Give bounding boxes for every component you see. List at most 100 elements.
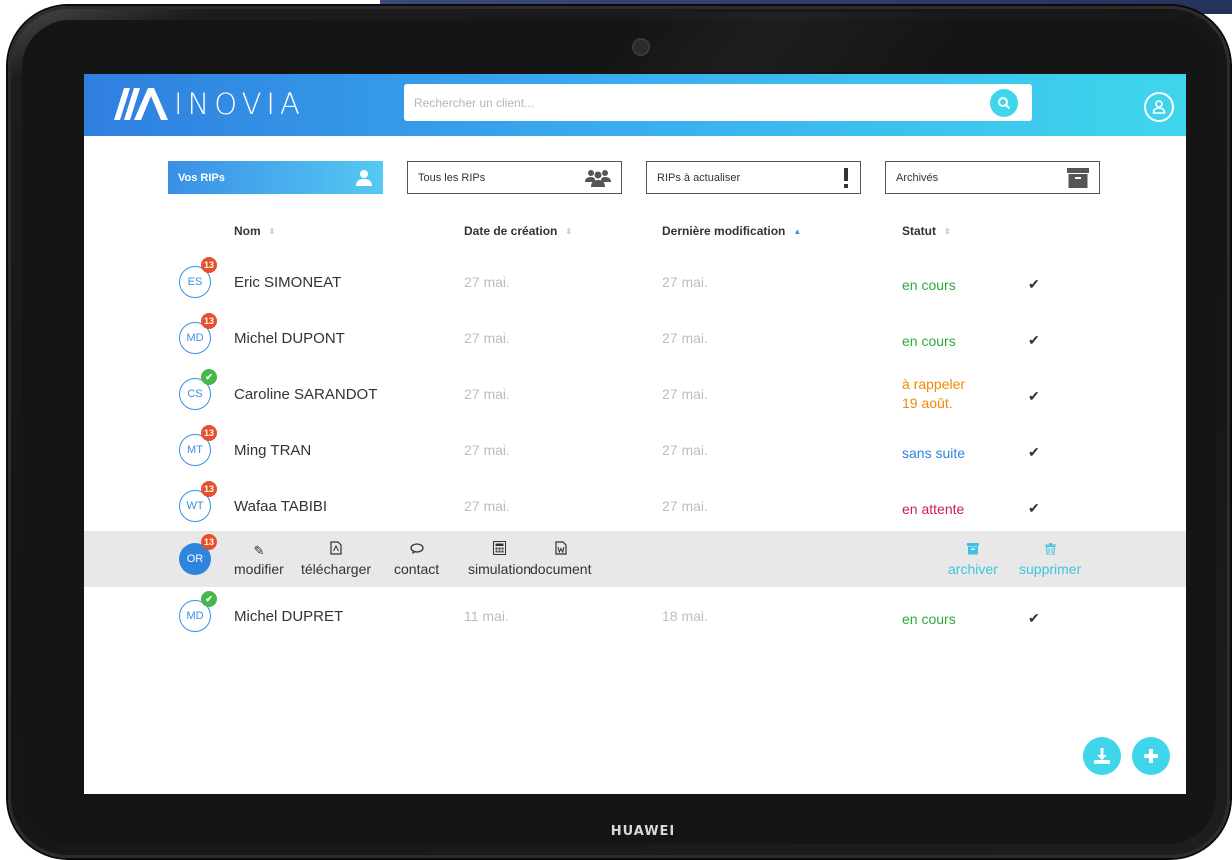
status-date: 19 août. bbox=[902, 395, 953, 411]
tab-label: Tous les RIPs bbox=[418, 171, 486, 184]
table-row[interactable]: MT 13 Ming TRAN 27 mai. 27 mai. sans sui… bbox=[84, 425, 1186, 472]
edit-button[interactable]: ✎ modifier bbox=[234, 541, 284, 577]
modification-date: 27 mai. bbox=[662, 386, 708, 402]
check-icon[interactable]: ✔ bbox=[1028, 444, 1040, 461]
status-label: en cours bbox=[902, 333, 956, 349]
archive-button[interactable]: archiver bbox=[948, 541, 998, 577]
column-header-date-creation[interactable]: Date de création ⬍ bbox=[464, 224, 572, 238]
column-header-label: Statut bbox=[902, 224, 936, 238]
table-row[interactable]: CS ✔ Caroline SARANDOT 27 mai. 27 mai. à… bbox=[84, 369, 1186, 416]
tab-label: Vos RIPs bbox=[178, 171, 225, 184]
creation-date: 27 mai. bbox=[464, 442, 510, 458]
users-icon bbox=[585, 168, 611, 188]
user-profile-button[interactable] bbox=[1144, 92, 1174, 122]
row-action-bar: OR 13 ✎ modifier télécharger contact sim… bbox=[84, 531, 1186, 587]
status-label: à rappeler 19 août. bbox=[902, 375, 965, 413]
validated-badge: ✔ bbox=[201, 369, 217, 385]
user-icon bbox=[355, 169, 373, 187]
pencil-icon: ✎ bbox=[253, 543, 265, 558]
creation-date: 11 mai. bbox=[464, 608, 509, 624]
sort-icon: ⬍ bbox=[268, 226, 276, 236]
search-button[interactable] bbox=[990, 89, 1018, 117]
table-row[interactable]: MD 13 Michel DUPONT 27 mai. 27 mai. en c… bbox=[84, 313, 1186, 360]
check-icon[interactable]: ✔ bbox=[1028, 332, 1040, 349]
notification-badge: 13 bbox=[201, 313, 217, 329]
action-label: supprimer bbox=[1019, 561, 1082, 577]
client-name: Michel DUPRET bbox=[234, 608, 344, 625]
modification-date: 27 mai. bbox=[662, 274, 708, 290]
download-icon bbox=[1094, 748, 1110, 764]
search-icon bbox=[998, 97, 1011, 110]
simulation-button[interactable]: simulation bbox=[468, 541, 531, 577]
notification-badge: 13 bbox=[201, 425, 217, 441]
sort-icon: ⬍ bbox=[944, 226, 951, 236]
client-search-input[interactable] bbox=[404, 84, 1032, 121]
app-logo[interactable]: INOVIA bbox=[114, 86, 305, 122]
column-header-label: Nom bbox=[234, 224, 261, 238]
user-icon bbox=[1152, 100, 1166, 114]
tab-tous-les-rips[interactable]: Tous les RIPs bbox=[407, 161, 622, 194]
pdf-file-icon bbox=[330, 541, 342, 561]
column-header-nom[interactable]: Nom ⬍ bbox=[234, 224, 275, 238]
notification-badge: 13 bbox=[201, 481, 217, 497]
client-name: Wafaa TABIBI bbox=[234, 498, 328, 515]
check-icon[interactable]: ✔ bbox=[1028, 388, 1040, 405]
tab-archives[interactable]: Archivés bbox=[885, 161, 1100, 194]
top-bar: INOVIA bbox=[84, 74, 1186, 136]
document-button[interactable]: document bbox=[530, 541, 591, 577]
modification-date: 27 mai. bbox=[662, 442, 708, 458]
check-icon[interactable]: ✔ bbox=[1028, 610, 1040, 627]
exclamation-icon bbox=[842, 167, 850, 188]
delete-button[interactable]: supprimer bbox=[1019, 541, 1081, 577]
client-name: Caroline SARANDOT bbox=[234, 386, 378, 403]
modification-date: 27 mai. bbox=[662, 330, 708, 346]
tab-rips-a-actualiser[interactable]: RIPs à actualiser bbox=[646, 161, 861, 194]
notification-badge: 13 bbox=[201, 257, 217, 273]
word-file-icon bbox=[555, 541, 567, 561]
logo-text: INOVIA bbox=[174, 87, 305, 121]
tab-label: Archivés bbox=[896, 171, 939, 184]
app-screen: INOVIA Vos RIPs Tous les RIPs bbox=[84, 74, 1186, 794]
column-header-statut[interactable]: Statut ⬍ bbox=[902, 224, 951, 238]
export-button[interactable] bbox=[1083, 737, 1121, 775]
client-name: Michel DUPONT bbox=[234, 330, 345, 347]
action-label: simulation bbox=[468, 561, 532, 577]
add-client-button[interactable] bbox=[1132, 737, 1170, 775]
sort-ascending-icon: ▲ bbox=[793, 226, 802, 236]
action-label: télécharger bbox=[301, 561, 372, 577]
creation-date: 27 mai. bbox=[464, 498, 510, 514]
client-name: Eric SIMONEAT bbox=[234, 274, 342, 291]
creation-date: 27 mai. bbox=[464, 330, 510, 346]
calculator-icon bbox=[493, 541, 507, 561]
action-label: modifier bbox=[234, 561, 284, 577]
creation-date: 27 mai. bbox=[464, 386, 510, 402]
logo-mark-icon bbox=[114, 88, 168, 120]
status-text: à rappeler bbox=[902, 376, 966, 392]
creation-date: 27 mai. bbox=[464, 274, 510, 290]
status-label: en cours bbox=[902, 611, 956, 627]
contact-button[interactable]: contact bbox=[394, 541, 439, 577]
action-label: archiver bbox=[948, 561, 998, 577]
chat-bubble-icon bbox=[409, 541, 424, 561]
notification-badge: 13 bbox=[201, 534, 217, 550]
client-name: Ming TRAN bbox=[234, 442, 312, 459]
action-label: contact bbox=[394, 561, 440, 577]
validated-badge: ✔ bbox=[201, 591, 217, 607]
table-row[interactable]: WT 13 Wafaa TABIBI 27 mai. 27 mai. en at… bbox=[84, 481, 1186, 528]
trash-icon bbox=[1044, 541, 1056, 561]
check-icon[interactable]: ✔ bbox=[1028, 500, 1040, 517]
plus-icon bbox=[1144, 749, 1158, 763]
download-button[interactable]: télécharger bbox=[301, 541, 371, 577]
device-brand: HUAWEI bbox=[610, 824, 676, 839]
table-row[interactable]: ES 13 Eric SIMONEAT 27 mai. 27 mai. en c… bbox=[84, 257, 1186, 304]
check-icon[interactable]: ✔ bbox=[1028, 276, 1040, 293]
status-label: en cours bbox=[902, 277, 956, 293]
column-header-label: Dernière modification bbox=[662, 224, 786, 238]
status-label: en attente bbox=[902, 501, 965, 517]
sort-icon: ⬍ bbox=[565, 226, 573, 236]
modification-date: 27 mai. bbox=[662, 498, 708, 514]
tab-vos-rips[interactable]: Vos RIPs bbox=[168, 161, 383, 194]
column-header-derniere-modification[interactable]: Dernière modification ▲ bbox=[662, 224, 801, 238]
tab-label: RIPs à actualiser bbox=[657, 171, 741, 184]
table-row[interactable]: MD ✔ Michel DUPRET 11 mai. 18 mai. en co… bbox=[84, 591, 1186, 638]
